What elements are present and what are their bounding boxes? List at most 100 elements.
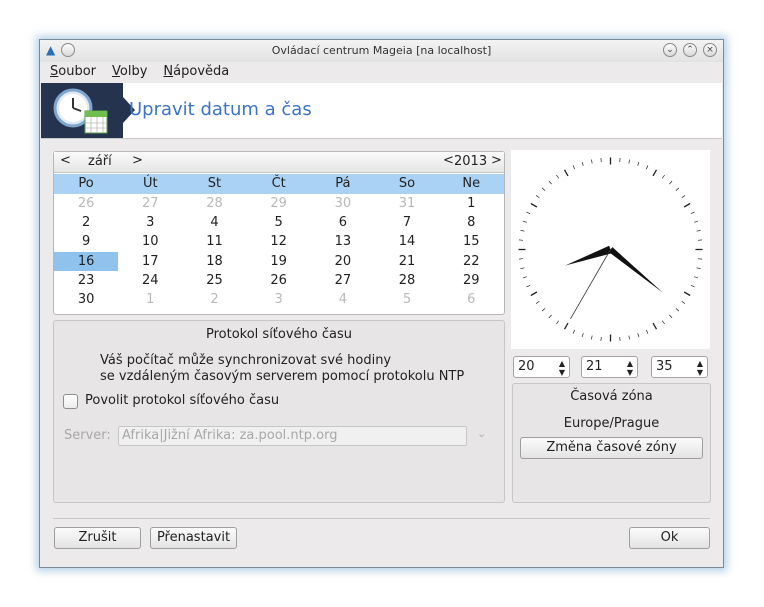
calendar-grid: Po Út St Čt Pá So Ne 26 27 28 29 30 31 1… — [54, 174, 504, 309]
calendar[interactable]: < září > < 2013 > Po Út St Čt Pá So Ne 2… — [53, 151, 505, 315]
reset-button[interactable]: Přenastavit — [150, 527, 237, 549]
menu-options[interactable]: Volby — [112, 62, 147, 82]
clock-tick — [652, 322, 658, 330]
menu-help[interactable]: Nápověda — [163, 62, 229, 82]
ntp-description-1: Váš počítač může synchronizovat své hodi… — [100, 353, 392, 368]
calendar-day[interactable]: 25 — [182, 271, 246, 290]
calendar-day[interactable]: 18 — [182, 252, 246, 271]
clock-tick — [556, 320, 560, 325]
calendar-day[interactable]: 29 — [439, 271, 503, 290]
calendar-day[interactable]: 28 — [375, 271, 439, 290]
calendar-day[interactable]: 5 — [375, 290, 439, 309]
minimize-icon[interactable]: ⌄ — [663, 43, 677, 57]
ok-button[interactable]: Ok — [629, 527, 710, 549]
clock-tick — [530, 202, 538, 208]
calendar-day-selected[interactable]: 16 — [54, 251, 119, 271]
clock-tick — [563, 322, 569, 330]
server-combo[interactable]: Afrika|Jižní Afrika: za.pool.ntp.org — [118, 426, 467, 446]
clock-tick — [683, 291, 691, 297]
calendar-day[interactable]: 19 — [247, 252, 311, 271]
calendar-day[interactable]: 9 — [54, 232, 118, 251]
prev-month-button[interactable]: < — [60, 153, 71, 168]
cancel-button[interactable]: Zrušit — [54, 527, 141, 549]
calendar-week: 16 17 18 19 20 21 22 — [54, 251, 504, 271]
calendar-day[interactable]: 13 — [311, 232, 375, 251]
prev-year-button[interactable]: < — [443, 153, 454, 168]
clock-tick — [535, 195, 540, 199]
calendar-week: 26 27 28 29 30 31 1 — [54, 194, 504, 213]
weekday-label: So — [398, 176, 416, 191]
clock-tick — [669, 180, 673, 185]
maximize-icon[interactable]: ⌃ — [683, 43, 697, 57]
next-month-button[interactable]: > — [132, 153, 143, 168]
clock-face-icon — [518, 157, 703, 342]
calendar-day[interactable]: 30 — [311, 194, 375, 213]
calendar-day[interactable]: 28 — [182, 194, 246, 213]
calendar-day[interactable]: 26 — [54, 194, 118, 213]
calendar-day[interactable]: 21 — [375, 252, 439, 271]
calendar-day[interactable]: 20 — [311, 252, 375, 271]
clock-tick — [690, 211, 695, 215]
close-icon[interactable]: × — [703, 43, 717, 57]
calendar-day[interactable]: 3 — [247, 290, 311, 309]
clock-tick — [669, 314, 673, 319]
chevron-down-icon[interactable]: ⌄ — [477, 427, 486, 440]
calendar-day[interactable]: 7 — [375, 213, 439, 232]
clock-tick — [520, 267, 525, 269]
weekday-label: St — [207, 176, 222, 191]
calendar-day[interactable]: 10 — [118, 232, 182, 251]
minutes-spinner[interactable]: 21 ▲ ▼ — [581, 356, 638, 378]
change-timezone-button[interactable]: Změna časové zóny — [520, 437, 703, 459]
clock-tick — [522, 220, 527, 223]
ntp-title: Protokol síťového času — [205, 327, 352, 342]
calendar-day[interactable]: 24 — [118, 271, 182, 290]
calendar-day[interactable]: 2 — [54, 213, 118, 232]
calendar-day[interactable]: 12 — [247, 232, 311, 251]
spinner-arrows-icon[interactable]: ▲ ▼ — [627, 357, 633, 377]
analog-clock[interactable] — [511, 150, 710, 349]
clock-tick — [548, 314, 552, 319]
calendar-day[interactable]: 4 — [182, 213, 246, 232]
calendar-day[interactable]: 6 — [311, 213, 375, 232]
calendar-day[interactable]: 26 — [247, 271, 311, 290]
ntp-enable-checkbox[interactable] — [63, 394, 78, 409]
spinner-arrows-icon[interactable]: ▲ ▼ — [697, 357, 703, 377]
calendar-day[interactable]: 5 — [247, 213, 311, 232]
calendar-day[interactable]: 1 — [118, 290, 182, 309]
calendar-day[interactable]: 31 — [375, 194, 439, 213]
seconds-spinner[interactable]: 35 ▲ ▼ — [651, 356, 708, 378]
calendar-day[interactable]: 27 — [311, 271, 375, 290]
calendar-day[interactable]: 8 — [439, 213, 503, 232]
hours-spinner[interactable]: 20 ▲ ▼ — [513, 356, 570, 378]
clock-tick — [526, 284, 531, 288]
menu-bar: Soubor Volby Nápověda — [40, 62, 723, 82]
calendar-day[interactable]: 22 — [439, 252, 503, 271]
calendar-day[interactable]: 27 — [118, 194, 182, 213]
menu-file[interactable]: Soubor — [50, 62, 96, 82]
banner: Upravit datum a čas — [41, 83, 722, 139]
month-label[interactable]: září — [88, 154, 112, 169]
clock-tick — [526, 211, 531, 215]
calendar-day[interactable]: 17 — [118, 252, 182, 271]
calendar-day[interactable]: 6 — [439, 290, 503, 309]
clock-tick — [541, 308, 546, 312]
ntp-enable-label[interactable]: Povolit protokol síťového času — [85, 393, 279, 408]
spinner-arrows-icon[interactable]: ▲ ▼ — [559, 357, 565, 377]
title-bar[interactable]: ▲ Ovládací centrum Mageia [na localhost]… — [40, 40, 723, 62]
calendar-day[interactable]: 23 — [54, 271, 118, 290]
calendar-day[interactable]: 1 — [439, 194, 503, 213]
calendar-day[interactable]: 29 — [247, 194, 311, 213]
calendar-day[interactable]: 2 — [182, 290, 246, 309]
next-year-button[interactable]: > — [491, 153, 502, 168]
calendar-day[interactable]: 11 — [182, 232, 246, 251]
calendar-day[interactable]: 30 — [54, 290, 118, 309]
year-label[interactable]: 2013 — [454, 154, 487, 169]
calendar-day[interactable]: 3 — [118, 213, 182, 232]
clock-tick — [645, 165, 649, 170]
clock-tick — [563, 169, 569, 177]
calendar-day[interactable]: 4 — [311, 290, 375, 309]
weekday-label: Ne — [462, 176, 481, 191]
clock-tick — [581, 333, 584, 338]
calendar-day[interactable]: 15 — [439, 232, 503, 251]
calendar-day[interactable]: 14 — [375, 232, 439, 251]
